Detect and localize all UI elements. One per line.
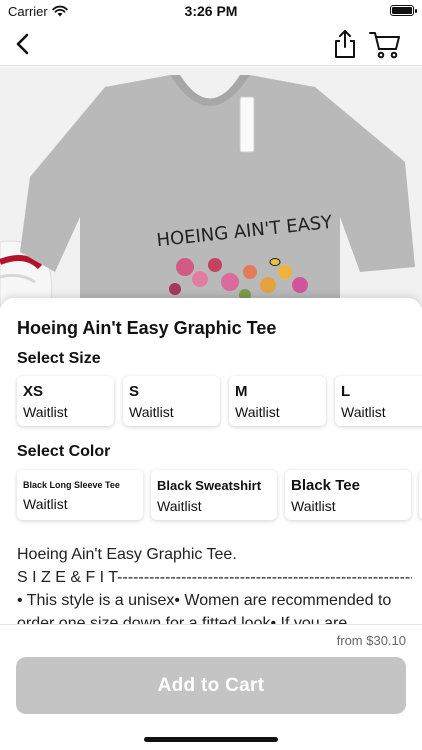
color-option-status: Waitlist [157, 498, 202, 514]
nav-bar [0, 22, 422, 66]
cart-icon[interactable] [368, 28, 402, 60]
size-section-label: Select Size [17, 350, 101, 367]
status-bar: Carrier 3:26 PM [0, 0, 422, 22]
purchase-bar: from $30.10 Add to Cart [0, 624, 422, 750]
clock: 3:26 PM [184, 3, 238, 19]
size-option-l[interactable]: L Waitlist [335, 376, 422, 426]
size-option-status: Waitlist [235, 404, 280, 420]
add-to-cart-button[interactable]: Add to Cart [16, 657, 406, 714]
size-option-m[interactable]: M Waitlist [229, 376, 326, 426]
product-description: Hoeing Ain't Easy Graphic Tee. S I Z E &… [17, 543, 412, 628]
carrier-group: Carrier [8, 4, 68, 19]
color-option-status: Waitlist [291, 498, 336, 514]
size-option-xs[interactable]: XS Waitlist [17, 376, 114, 426]
tshirt-photo: HOEING AIN'T EASY [0, 67, 422, 307]
size-option-s[interactable]: S Waitlist [123, 376, 220, 426]
color-option-black-sweatshirt[interactable]: Black Sweatshirt Waitlist [151, 470, 277, 520]
description-line: S I Z E & F I T-------------------------… [17, 569, 412, 586]
description-line: Hoeing Ain't Easy Graphic Tee. [17, 546, 237, 563]
description-line: • This style is a unisex• Women are reco… [17, 592, 392, 609]
size-option-name: S [129, 383, 140, 400]
color-section-label: Select Color [17, 443, 111, 460]
size-option-name: M [235, 383, 248, 400]
carrier-label: Carrier [8, 3, 48, 19]
size-option-status: Waitlist [341, 404, 386, 420]
color-option-black-tee[interactable]: Black Tee Waitlist [285, 470, 411, 520]
size-option-status: Waitlist [129, 404, 174, 420]
color-option-status: Waitlist [23, 496, 68, 512]
back-chevron-icon[interactable] [10, 30, 38, 58]
product-image: HOEING AIN'T EASY [0, 67, 422, 307]
color-option-name: Black Long Sleeve Tee [23, 480, 120, 490]
share-icon[interactable] [330, 28, 360, 60]
size-option-name: XS [23, 383, 44, 400]
color-option-name: Black Tee [291, 477, 360, 494]
size-option-status: Waitlist [23, 404, 68, 420]
color-option-name: Black Sweatshirt [157, 478, 262, 493]
battery-icon [390, 5, 417, 16]
color-option-black-long-sleeve-tee[interactable]: Black Long Sleeve Tee Waitlist [17, 470, 143, 520]
product-title: Hoeing Ain't Easy Graphic Tee [17, 318, 277, 338]
product-detail-sheet: Hoeing Ain't Easy Graphic Tee Select Siz… [0, 298, 422, 628]
size-option-name: L [341, 383, 351, 400]
price-label: from $30.10 [336, 633, 406, 648]
wifi-icon [52, 5, 68, 17]
home-indicator [144, 737, 278, 742]
